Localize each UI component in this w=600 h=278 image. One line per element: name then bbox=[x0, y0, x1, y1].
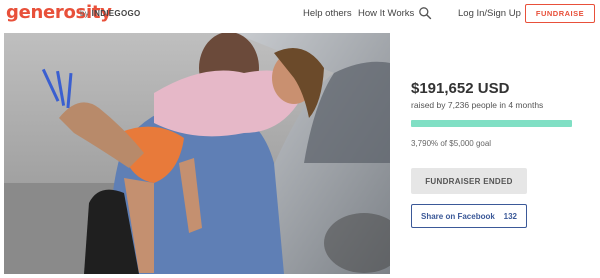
nav-help-others[interactable]: Help others bbox=[303, 8, 352, 19]
nav-how-it-works[interactable]: How It Works bbox=[358, 8, 414, 19]
campaign-summary-panel: $191,652 USD raised by 7,236 people in 4… bbox=[390, 33, 600, 274]
search-icon[interactable] bbox=[418, 6, 432, 20]
logo-byline: by INDIEGOGO bbox=[80, 9, 141, 18]
goal-text: 3,790% of $5,000 goal bbox=[411, 139, 492, 148]
fundraise-button[interactable]: FUNDRAISE bbox=[525, 4, 595, 23]
progress-bar bbox=[411, 120, 572, 127]
campaign-photo bbox=[4, 33, 390, 274]
share-facebook-label: Share on Facebook bbox=[421, 211, 495, 221]
campaign-photo-illustration bbox=[4, 33, 390, 274]
site-header: generosity by INDIEGOGO Help others How … bbox=[0, 0, 600, 30]
logo-by-text: by bbox=[80, 9, 90, 18]
share-facebook-button[interactable]: Share on Facebook 132 bbox=[411, 204, 527, 228]
logo-by-brand: INDIEGOGO bbox=[91, 9, 141, 18]
raised-by-text: raised by 7,236 people in 4 months bbox=[411, 100, 544, 110]
share-count: 132 bbox=[503, 211, 517, 221]
progress-fill bbox=[411, 120, 572, 127]
fundraiser-ended-button: FUNDRAISER ENDED bbox=[411, 168, 527, 194]
login-signup-link[interactable]: Log In/Sign Up bbox=[458, 8, 521, 19]
amount-raised: $191,652 USD bbox=[411, 80, 510, 97]
